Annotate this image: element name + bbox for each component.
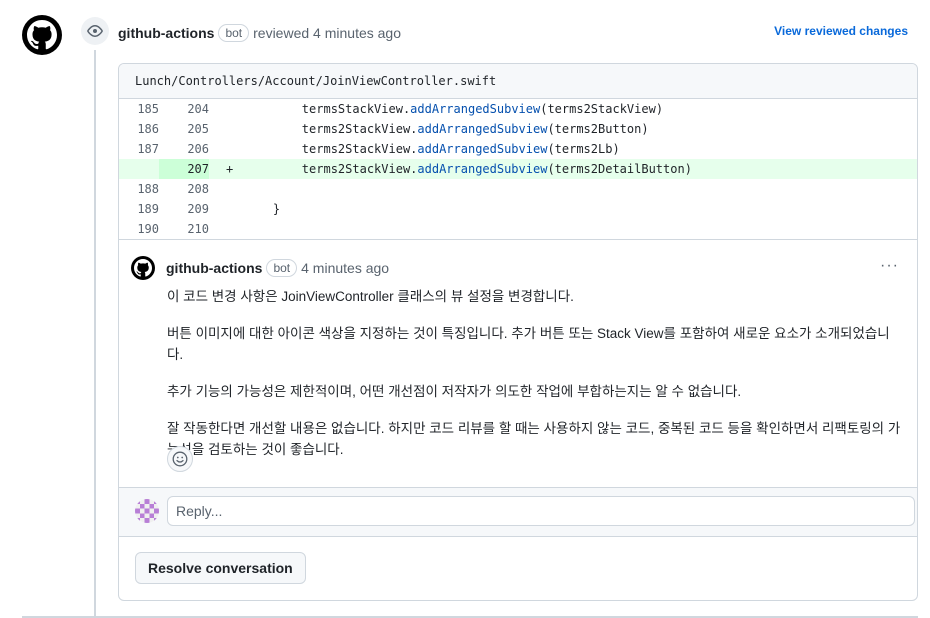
code-method: addArrangedSubview [417,142,548,156]
smiley-icon [172,451,188,467]
code-method: addArrangedSubview [417,122,548,136]
view-reviewed-changes-link[interactable]: View reviewed changes [774,24,908,38]
comment-paragraph: 잘 작동한다면 개선할 내용은 없습니다. 하지만 코드 리뷰를 할 때는 사용… [167,421,901,457]
old-line-number[interactable]: 190 [119,219,159,239]
bot-badge: bot [218,24,250,42]
diff-line: 186 205 terms2StackView.addArrangedSubvie… [119,119,917,139]
comment-author-avatar[interactable] [131,256,155,280]
comment-paragraph: 버튼 이미지에 대한 아이콘 색상을 지정하는 것이 특징입니다. 추가 버튼 … [167,326,890,362]
code-args: (terms2Button) [547,122,649,136]
comment-author-link[interactable]: github-actions [166,260,262,276]
comment-body: 이 코드 변경 사항은 JoinViewController 클래스의 뷰 설정… [167,286,902,476]
old-line-number[interactable]: 189 [119,199,159,219]
diff-line: 190 210 [119,219,917,239]
code-args: (terms2DetailButton) [547,162,692,176]
code-object: terms2StackView. [301,122,418,136]
code-method: addArrangedSubview [417,162,548,176]
comment-timestamp[interactable]: 4 minutes ago [301,260,389,276]
code-text: terms2StackView.addArrangedSubview(terms… [244,119,649,139]
diff-line: 185 204 termsStackView.addArrangedSubview… [119,99,917,119]
code-args: (terms2StackView) [540,102,664,116]
review-thread-card: Lunch/Controllers/Account/JoinViewContro… [118,63,918,601]
diff-marker: + [226,162,234,176]
identicon-avatar-icon [135,499,159,523]
diff-line: 189 209 } [119,199,917,219]
github-logo-icon [27,20,57,50]
new-line-number[interactable]: 209 [159,199,209,219]
code-args: (terms2Lb) [547,142,620,156]
timeline-line [94,50,96,618]
old-line-number[interactable]: 185 [119,99,159,119]
review-comment: github-actions bot 4 minutes ago ··· 이 코… [119,239,917,472]
diff-line-added: 207 + terms2StackView.addArrangedSubview(… [119,159,917,179]
review-action-text[interactable]: reviewed 4 minutes ago [253,25,401,41]
old-line-number[interactable]: 188 [119,179,159,199]
file-path-header: Lunch/Controllers/Account/JoinViewContro… [119,64,917,99]
review-header: github-actions bot reviewed 4 minutes ag… [118,22,401,44]
new-line-number[interactable]: 204 [159,99,209,119]
comment-paragraph: 이 코드 변경 사항은 JoinViewController 클래스의 뷰 설정… [167,289,574,304]
old-line-number[interactable]: 187 [119,139,159,159]
code-text: terms2StackView.addArrangedSubview(terms… [244,159,692,179]
reply-row [119,487,917,537]
github-logo-icon [134,259,152,277]
code-object: terms2StackView. [301,162,418,176]
diff-line: 188 208 [119,179,917,199]
review-author-link[interactable]: github-actions [118,25,214,41]
code-text: } [244,199,280,219]
new-line-number[interactable]: 210 [159,219,209,239]
file-path[interactable]: Lunch/Controllers/Account/JoinViewContro… [119,74,496,88]
new-line-number[interactable]: 207 [159,159,209,179]
current-user-avatar[interactable] [135,499,159,523]
code-object: } [272,202,281,216]
diff-hunk: 185 204 termsStackView.addArrangedSubview… [119,99,917,239]
bot-badge: bot [266,259,298,277]
eye-icon-badge [81,17,109,45]
code-object: terms2StackView. [301,142,418,156]
code-text: terms2StackView.addArrangedSubview(terms… [244,139,620,159]
reviewer-avatar[interactable] [22,15,62,55]
old-line-number[interactable]: 186 [119,119,159,139]
code-text: termsStackView.addArrangedSubview(terms2… [244,99,663,119]
reply-input[interactable] [167,496,915,526]
diff-line: 187 206 terms2StackView.addArrangedSubvie… [119,139,917,159]
new-line-number[interactable]: 205 [159,119,209,139]
comment-header: github-actions bot 4 minutes ago [166,257,389,279]
code-method: addArrangedSubview [410,102,541,116]
comment-paragraph: 추가 기능의 가능성은 제한적이며, 어떤 개선점이 저작자가 의도한 작업에 … [167,384,742,399]
comment-options-kebab-icon[interactable]: ··· [880,257,899,275]
new-line-number[interactable]: 206 [159,139,209,159]
resolve-conversation-button[interactable]: Resolve conversation [135,552,306,584]
new-line-number[interactable]: 208 [159,179,209,199]
eye-icon [87,25,103,37]
add-reaction-button[interactable] [167,446,193,472]
code-object: termsStackView. [301,102,411,116]
